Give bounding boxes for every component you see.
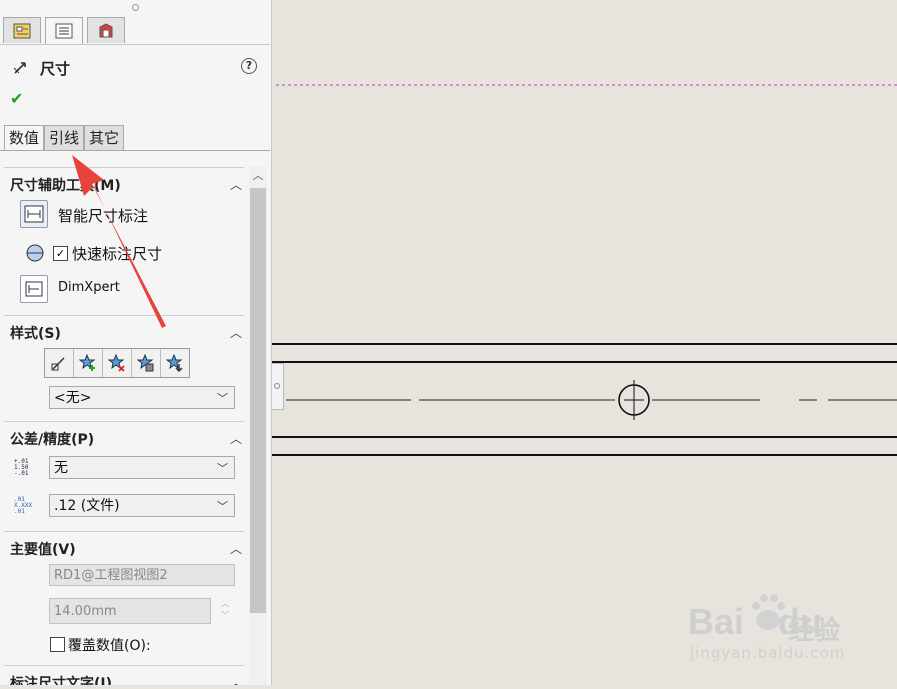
dimension-value-field: 14.00mm bbox=[49, 598, 211, 624]
watermark-url: jingyan.baidu.com bbox=[690, 644, 846, 662]
help-icon[interactable]: ? bbox=[241, 58, 257, 74]
property-list-icon bbox=[55, 23, 73, 39]
smart-dimension-label[interactable]: 智能尺寸标注 bbox=[58, 205, 148, 226]
style-select[interactable]: <无> ﹀ bbox=[49, 386, 235, 409]
group-title: 标注尺寸文字(I) bbox=[10, 676, 113, 685]
watermark-site: 经验 bbox=[788, 616, 841, 646]
dimension-icon bbox=[13, 62, 26, 74]
collapse-chevron-icon[interactable]: ︿ bbox=[230, 540, 242, 557]
precision-select[interactable]: .12 (文件) ﹀ bbox=[49, 494, 235, 517]
precision-icon: .01 X.XXX .01 bbox=[14, 496, 33, 515]
apply-default-style-button[interactable] bbox=[45, 349, 74, 377]
group-dimension-tools: 尺寸辅助工具(M) ︿ 智能尺寸标注 ✓ 快速标注尺寸 DimXpert bbox=[4, 167, 244, 316]
group-title: 尺寸辅助工具(M) bbox=[10, 178, 121, 194]
dimxpert-icon[interactable] bbox=[20, 275, 48, 303]
chevron-down-icon: ﹀ bbox=[217, 500, 228, 513]
collapse-chevron-icon[interactable]: ︿ bbox=[230, 324, 242, 341]
delete-style-button[interactable] bbox=[103, 349, 132, 377]
panel-header: 尺寸 ? ✔ bbox=[0, 44, 270, 123]
tab-config-manager[interactable] bbox=[87, 17, 125, 43]
precision-value: .12 (文件) bbox=[54, 498, 120, 514]
property-manager-panel: 尺寸 ? ✔ 数值 引线 其它 ︿ 尺寸辅助工具(M) ︿ 智能尺寸标注 ✓ 快… bbox=[0, 0, 272, 685]
default-style-icon bbox=[51, 357, 65, 371]
drawing-canvas[interactable]: Bai du 经验 jingyan.baidu.com bbox=[272, 0, 897, 685]
panel-grip[interactable] bbox=[132, 4, 139, 11]
dimxpert-label[interactable]: DimXpert bbox=[58, 280, 120, 295]
group-title: 样式(S) bbox=[10, 326, 61, 342]
feature-tree-icon bbox=[13, 23, 31, 38]
star-save-icon bbox=[137, 354, 154, 372]
smart-dimension-icon[interactable] bbox=[20, 200, 48, 228]
tolerance-type-icon: +.01 1.50 -.01 bbox=[14, 458, 29, 477]
override-value-label[interactable]: 覆盖数值(O): bbox=[68, 635, 151, 655]
scroll-up-icon[interactable]: ︿ bbox=[249, 166, 267, 186]
add-style-button[interactable] bbox=[74, 349, 103, 377]
paw-logo-icon bbox=[752, 594, 785, 630]
panel-title: 尺寸 bbox=[40, 60, 71, 78]
quick-dimension-label[interactable]: 快速标注尺寸 bbox=[72, 243, 162, 264]
drawing-view bbox=[272, 84, 897, 456]
collapse-chevron-icon[interactable]: ︿ bbox=[230, 674, 242, 685]
value-spinner: ︿ ﹀ bbox=[221, 599, 229, 620]
tab-property-manager[interactable] bbox=[45, 17, 83, 44]
tab-leaders[interactable]: 引线 bbox=[44, 125, 85, 151]
save-style-button[interactable] bbox=[132, 349, 161, 377]
load-style-button[interactable] bbox=[161, 349, 189, 377]
group-title: 公差/精度(P) bbox=[10, 432, 95, 448]
tab-feature-manager[interactable] bbox=[3, 17, 41, 43]
scroll-thumb[interactable] bbox=[250, 188, 266, 613]
configuration-icon bbox=[99, 22, 113, 37]
manager-tabs bbox=[3, 17, 129, 44]
style-select-value: <无> bbox=[54, 390, 92, 406]
tab-other[interactable]: 其它 bbox=[84, 125, 125, 151]
hole-circle[interactable] bbox=[618, 380, 650, 420]
override-value-checkbox[interactable] bbox=[50, 637, 65, 652]
quick-dimension-checkbox[interactable]: ✓ bbox=[53, 246, 68, 261]
panel-scrollbar[interactable]: ︿ bbox=[249, 166, 267, 685]
collapse-chevron-icon[interactable]: ︿ bbox=[230, 176, 242, 193]
group-title: 主要值(V) bbox=[10, 542, 76, 558]
collapse-chevron-icon[interactable]: ︿ bbox=[230, 430, 242, 447]
tab-divider bbox=[0, 150, 270, 151]
chevron-down-icon: ﹀ bbox=[217, 392, 228, 405]
ok-check-icon[interactable]: ✔ bbox=[10, 89, 23, 108]
dimension-sub-tabs: 数值 引线 其它 bbox=[4, 125, 125, 151]
group-dimension-text: 标注尺寸文字(I) ︿ bbox=[4, 665, 244, 685]
tab-values[interactable]: 数值 bbox=[4, 125, 45, 150]
panel-collapse-handle[interactable] bbox=[272, 363, 284, 410]
star-add-icon bbox=[79, 354, 96, 371]
style-toolbar bbox=[44, 348, 190, 378]
tolerance-type-value: 无 bbox=[54, 460, 68, 476]
star-delete-icon bbox=[108, 354, 125, 372]
star-load-icon bbox=[166, 354, 183, 372]
quick-dimension-icon bbox=[26, 244, 44, 262]
chevron-down-icon: ﹀ bbox=[217, 462, 228, 475]
tolerance-type-select[interactable]: 无 ﹀ bbox=[49, 456, 235, 479]
dimension-name-field: RD1@工程图视图2 bbox=[49, 564, 235, 586]
